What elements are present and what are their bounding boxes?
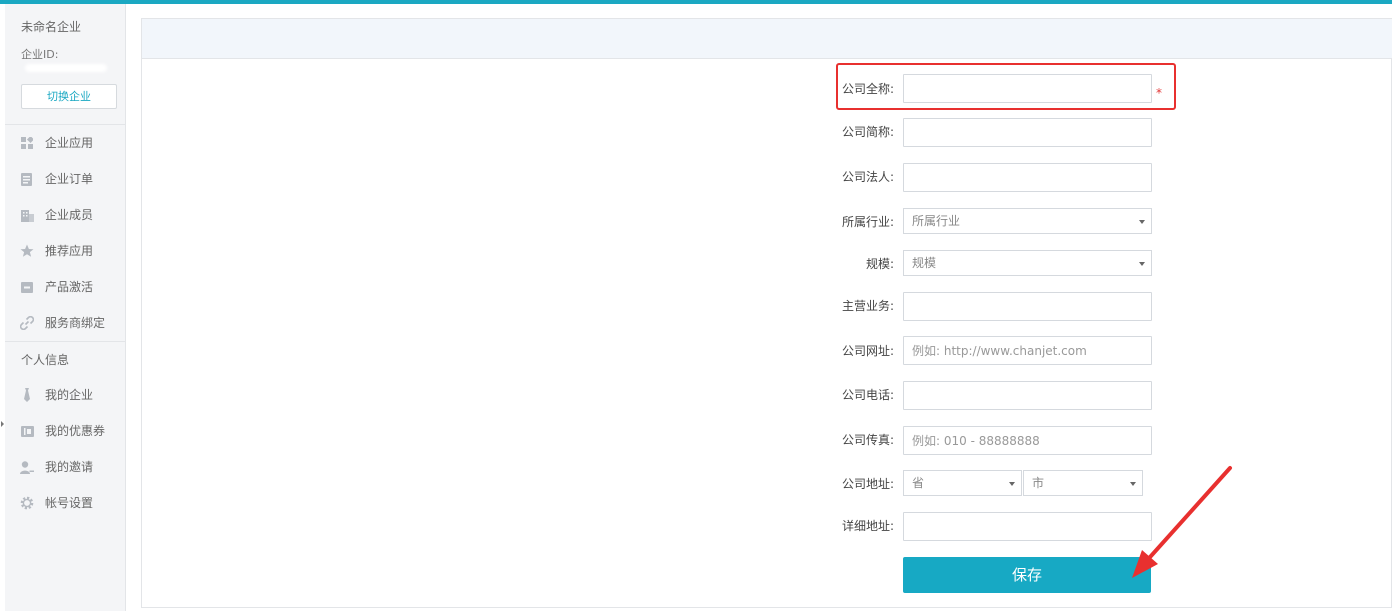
sidebar-item-coupons[interactable]: 我的优惠券 bbox=[5, 413, 125, 449]
province-select[interactable]: 省 bbox=[903, 470, 1022, 496]
industry-select[interactable]: 所属行业 bbox=[903, 208, 1152, 234]
personal-section-title: 个人信息 bbox=[21, 353, 70, 367]
sidebar-item-provider-bind[interactable]: 服务商绑定 bbox=[5, 305, 125, 341]
address-label: 公司地址: bbox=[841, 477, 894, 491]
main-header-bar bbox=[142, 19, 1392, 59]
sidebar-item-label: 推荐应用 bbox=[45, 244, 94, 258]
sidebar-item-label: 我的优惠券 bbox=[45, 424, 106, 438]
full-name-label: 公司全称: bbox=[841, 82, 894, 96]
main-panel bbox=[141, 18, 1392, 608]
coupon-icon bbox=[20, 424, 34, 438]
grid-icon bbox=[20, 136, 34, 150]
link-icon bbox=[20, 316, 34, 330]
fax-input[interactable] bbox=[903, 426, 1152, 455]
industry-selected-value: 所属行业 bbox=[912, 214, 961, 228]
website-label: 公司网址: bbox=[841, 344, 894, 358]
company-id-redacted bbox=[25, 64, 107, 72]
save-button[interactable]: 保存 bbox=[903, 557, 1151, 593]
sidebar-item-label: 企业成员 bbox=[45, 208, 94, 222]
detail-address-input[interactable] bbox=[903, 512, 1152, 541]
building-icon bbox=[20, 208, 34, 222]
short-name-label: 公司简称: bbox=[841, 125, 894, 139]
sidebar-item-account-settings[interactable]: 帐号设置 bbox=[5, 485, 125, 521]
company-id-label: 企业ID: bbox=[21, 48, 59, 61]
phone-input[interactable] bbox=[903, 381, 1152, 410]
chevron-down-icon bbox=[1139, 220, 1145, 224]
legal-person-label: 公司法人: bbox=[841, 170, 894, 184]
sidebar-item-label: 产品激活 bbox=[45, 280, 94, 294]
chevron-down-icon bbox=[1139, 262, 1145, 266]
top-accent-bar bbox=[0, 0, 1392, 4]
sidebar-item-my-company[interactable]: 我的企业 bbox=[5, 377, 125, 413]
sidebar-item-label: 服务商绑定 bbox=[45, 316, 106, 330]
province-selected-value: 省 bbox=[912, 476, 925, 490]
switch-company-button[interactable]: 切换企业 bbox=[21, 84, 117, 109]
sidebar-item-label: 我的邀请 bbox=[45, 460, 94, 474]
industry-label: 所属行业: bbox=[841, 215, 894, 229]
main-business-label: 主营业务: bbox=[841, 299, 894, 313]
collapse-arrow-icon[interactable] bbox=[1, 421, 4, 427]
sidebar-item-apps[interactable]: 企业应用 bbox=[5, 125, 125, 161]
sidebar-item-members[interactable]: 企业成员 bbox=[5, 197, 125, 233]
required-mark: * bbox=[1156, 86, 1162, 100]
detail-address-label: 详细地址: bbox=[841, 519, 894, 533]
main-business-input[interactable] bbox=[903, 292, 1152, 321]
divider bbox=[5, 341, 125, 342]
sidebar-item-label: 我的企业 bbox=[45, 388, 94, 402]
chevron-down-icon bbox=[1009, 482, 1015, 486]
tie-icon bbox=[20, 388, 34, 402]
user-invite-icon bbox=[20, 460, 34, 474]
sidebar-item-recommended[interactable]: 推荐应用 bbox=[5, 233, 125, 269]
sidebar-item-orders[interactable]: 企业订单 bbox=[5, 161, 125, 197]
legal-person-input[interactable] bbox=[903, 163, 1152, 192]
sidebar-item-label: 企业应用 bbox=[45, 136, 94, 150]
phone-label: 公司电话: bbox=[841, 388, 894, 402]
sidebar-item-label: 帐号设置 bbox=[45, 496, 94, 510]
full-name-input[interactable] bbox=[903, 74, 1152, 103]
sidebar-item-label: 企业订单 bbox=[45, 172, 94, 186]
order-icon bbox=[20, 172, 34, 186]
scale-label: 规模: bbox=[865, 257, 894, 271]
scale-selected-value: 规模 bbox=[912, 256, 937, 270]
scale-select[interactable]: 规模 bbox=[903, 250, 1152, 276]
company-name: 未命名企业 bbox=[21, 20, 82, 34]
sidebar: 未命名企业 企业ID: 切换企业 企业应用 企业订单 企业成员 推荐应用 产品激… bbox=[5, 4, 126, 611]
star-icon bbox=[20, 244, 34, 258]
fax-label: 公司传真: bbox=[841, 433, 894, 447]
sidebar-item-activate[interactable]: 产品激活 bbox=[5, 269, 125, 305]
city-selected-value: 市 bbox=[1032, 476, 1045, 490]
activate-icon bbox=[20, 280, 34, 294]
chevron-down-icon bbox=[1130, 482, 1136, 486]
city-select[interactable]: 市 bbox=[1023, 470, 1143, 496]
sidebar-item-invitations[interactable]: 我的邀请 bbox=[5, 449, 125, 485]
website-input[interactable] bbox=[903, 336, 1152, 365]
gear-icon bbox=[20, 496, 34, 510]
short-name-input[interactable] bbox=[903, 118, 1152, 147]
